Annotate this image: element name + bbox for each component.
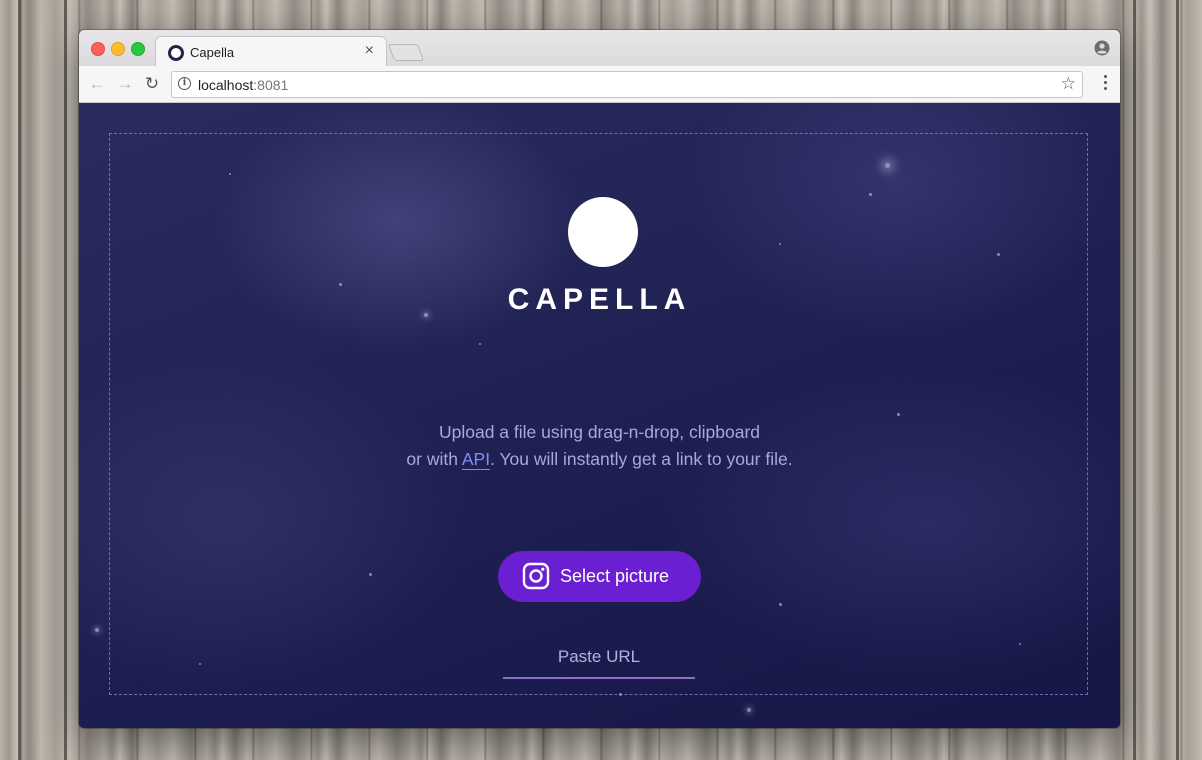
- maximize-window-button[interactable]: [131, 42, 145, 56]
- description-line-2: or with API. You will instantly get a li…: [79, 446, 1120, 473]
- address-bar[interactable]: i localhost:8081 ☆: [171, 71, 1083, 98]
- api-link[interactable]: API: [461, 449, 491, 470]
- close-window-button[interactable]: [91, 42, 105, 56]
- forward-arrow-icon[interactable]: →: [115, 74, 135, 94]
- description-prefix: or with: [406, 449, 462, 469]
- desk-plank-gap: [1133, 0, 1136, 760]
- tab-capella[interactable]: Capella ×: [155, 36, 387, 68]
- tab-bar: Capella ×: [79, 30, 1120, 68]
- description-suffix: . You will instantly get a link to your …: [490, 449, 793, 469]
- instagram-camera-icon: [522, 562, 550, 590]
- info-icon[interactable]: i: [178, 77, 191, 90]
- star-decoration: [747, 708, 751, 712]
- select-picture-label: Select picture: [560, 566, 670, 586]
- new-tab-button[interactable]: [387, 44, 425, 61]
- select-picture-button[interactable]: Select picture: [498, 551, 701, 602]
- capella-logo-icon: [568, 197, 638, 267]
- tab-close-icon[interactable]: ×: [365, 42, 374, 60]
- page-content: CAPELLA Upload a file using drag-n-drop,…: [79, 103, 1120, 728]
- description-line-1: Upload a file using drag-n-drop, clipboa…: [438, 422, 761, 442]
- upload-description: Upload a file using drag-n-drop, clipboa…: [79, 419, 1120, 473]
- url-port: :8081: [253, 77, 289, 93]
- back-arrow-icon[interactable]: ←: [87, 74, 107, 94]
- profile-icon[interactable]: [1094, 40, 1110, 56]
- minimize-window-button[interactable]: [111, 42, 125, 56]
- browser-toolbar: ← → ↻ i localhost:8081 ☆: [79, 66, 1120, 103]
- url-text: localhost:8081: [198, 77, 288, 93]
- browser-window: Capella × ← → ↻ i localhost:8081 ☆ CAPEL…: [79, 30, 1120, 728]
- star-icon[interactable]: ☆: [1061, 74, 1076, 94]
- paste-url-input[interactable]: [503, 637, 695, 679]
- desk-plank-gap: [64, 0, 67, 760]
- menu-icon[interactable]: [1104, 75, 1108, 93]
- url-host: localhost: [198, 77, 254, 93]
- tab-title: Capella: [190, 45, 235, 60]
- star-decoration: [95, 628, 99, 632]
- desk-plank-gap: [18, 0, 21, 760]
- reload-icon[interactable]: ↻: [142, 74, 162, 94]
- brand-title: CAPELLA: [507, 283, 692, 316]
- desk-plank-gap: [1176, 0, 1179, 760]
- favicon-icon: [168, 45, 184, 61]
